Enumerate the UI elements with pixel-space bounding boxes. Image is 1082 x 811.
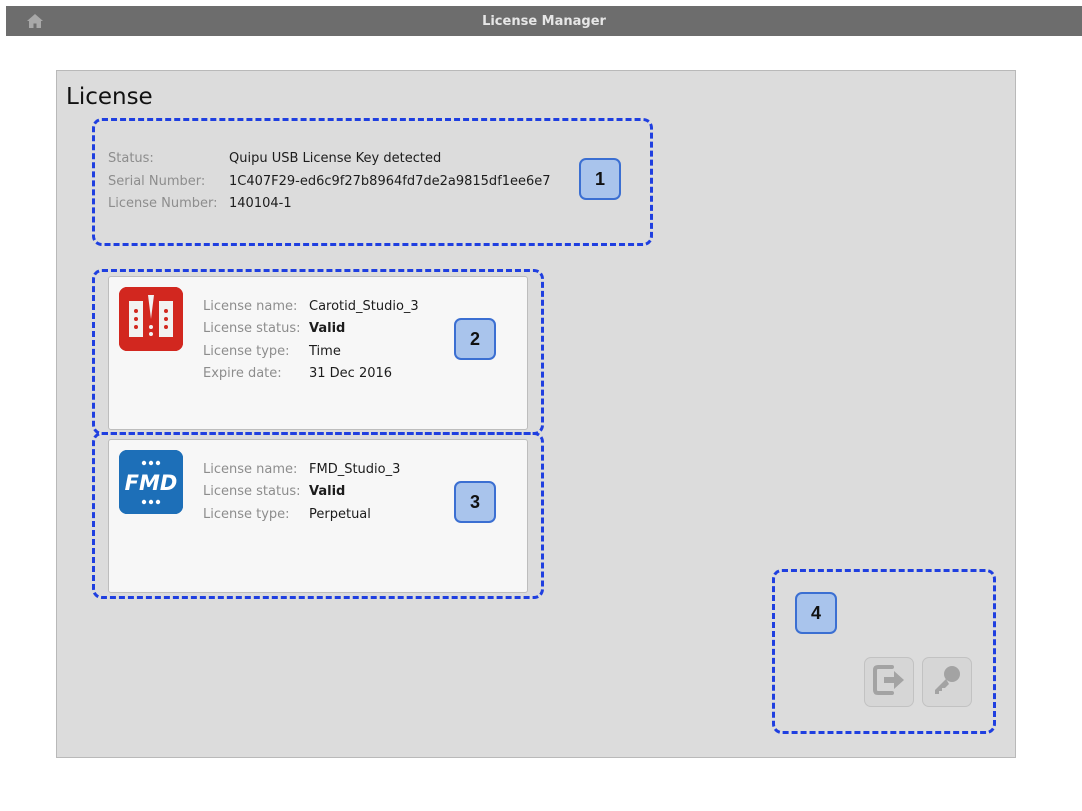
status-label: Status: [108, 151, 154, 166]
license-name-value: FMD_Studio_3 [309, 462, 401, 477]
license-type-value: Time [309, 344, 341, 359]
carotid-studio-icon [119, 287, 183, 351]
title-bar: License Manager [6, 6, 1082, 36]
license-type-value: Perpetual [309, 507, 371, 522]
marker-3: 3 [454, 481, 496, 523]
svg-text:FMD: FMD [125, 471, 178, 495]
license-type-label: License type: [203, 507, 290, 522]
marker-1: 1 [579, 158, 621, 200]
marker-4: 4 [795, 592, 837, 634]
key-icon [930, 663, 964, 702]
license-type-label: License type: [203, 344, 290, 359]
window-title: License Manager [482, 13, 606, 29]
home-icon[interactable] [26, 12, 44, 30]
expire-date-label: Expire date: [203, 366, 282, 381]
export-license-button[interactable] [864, 657, 914, 707]
export-icon [872, 663, 906, 702]
marker-2: 2 [454, 318, 496, 360]
license-status-label: License status: [203, 484, 301, 499]
license-name-label: License name: [203, 299, 298, 314]
serial-number-value: 1C407F29-ed6c9f27b8964fd7de2a9815df1ee6e… [229, 174, 551, 189]
license-number-value: 140104-1 [229, 196, 292, 211]
serial-number-label: Serial Number: [108, 174, 206, 189]
license-key-button[interactable] [922, 657, 972, 707]
license-status-value: Valid [309, 484, 346, 499]
license-status-label: License status: [203, 321, 301, 336]
license-number-label: License Number: [108, 196, 218, 211]
panel-title: License [66, 84, 153, 110]
license-name-value: Carotid_Studio_3 [309, 299, 419, 314]
fmd-studio-icon: FMD [119, 450, 183, 514]
license-name-label: License name: [203, 462, 298, 477]
expire-date-value: 31 Dec 2016 [309, 366, 393, 381]
license-status-value: Valid [309, 321, 346, 336]
status-value: Quipu USB License Key detected [229, 151, 442, 166]
